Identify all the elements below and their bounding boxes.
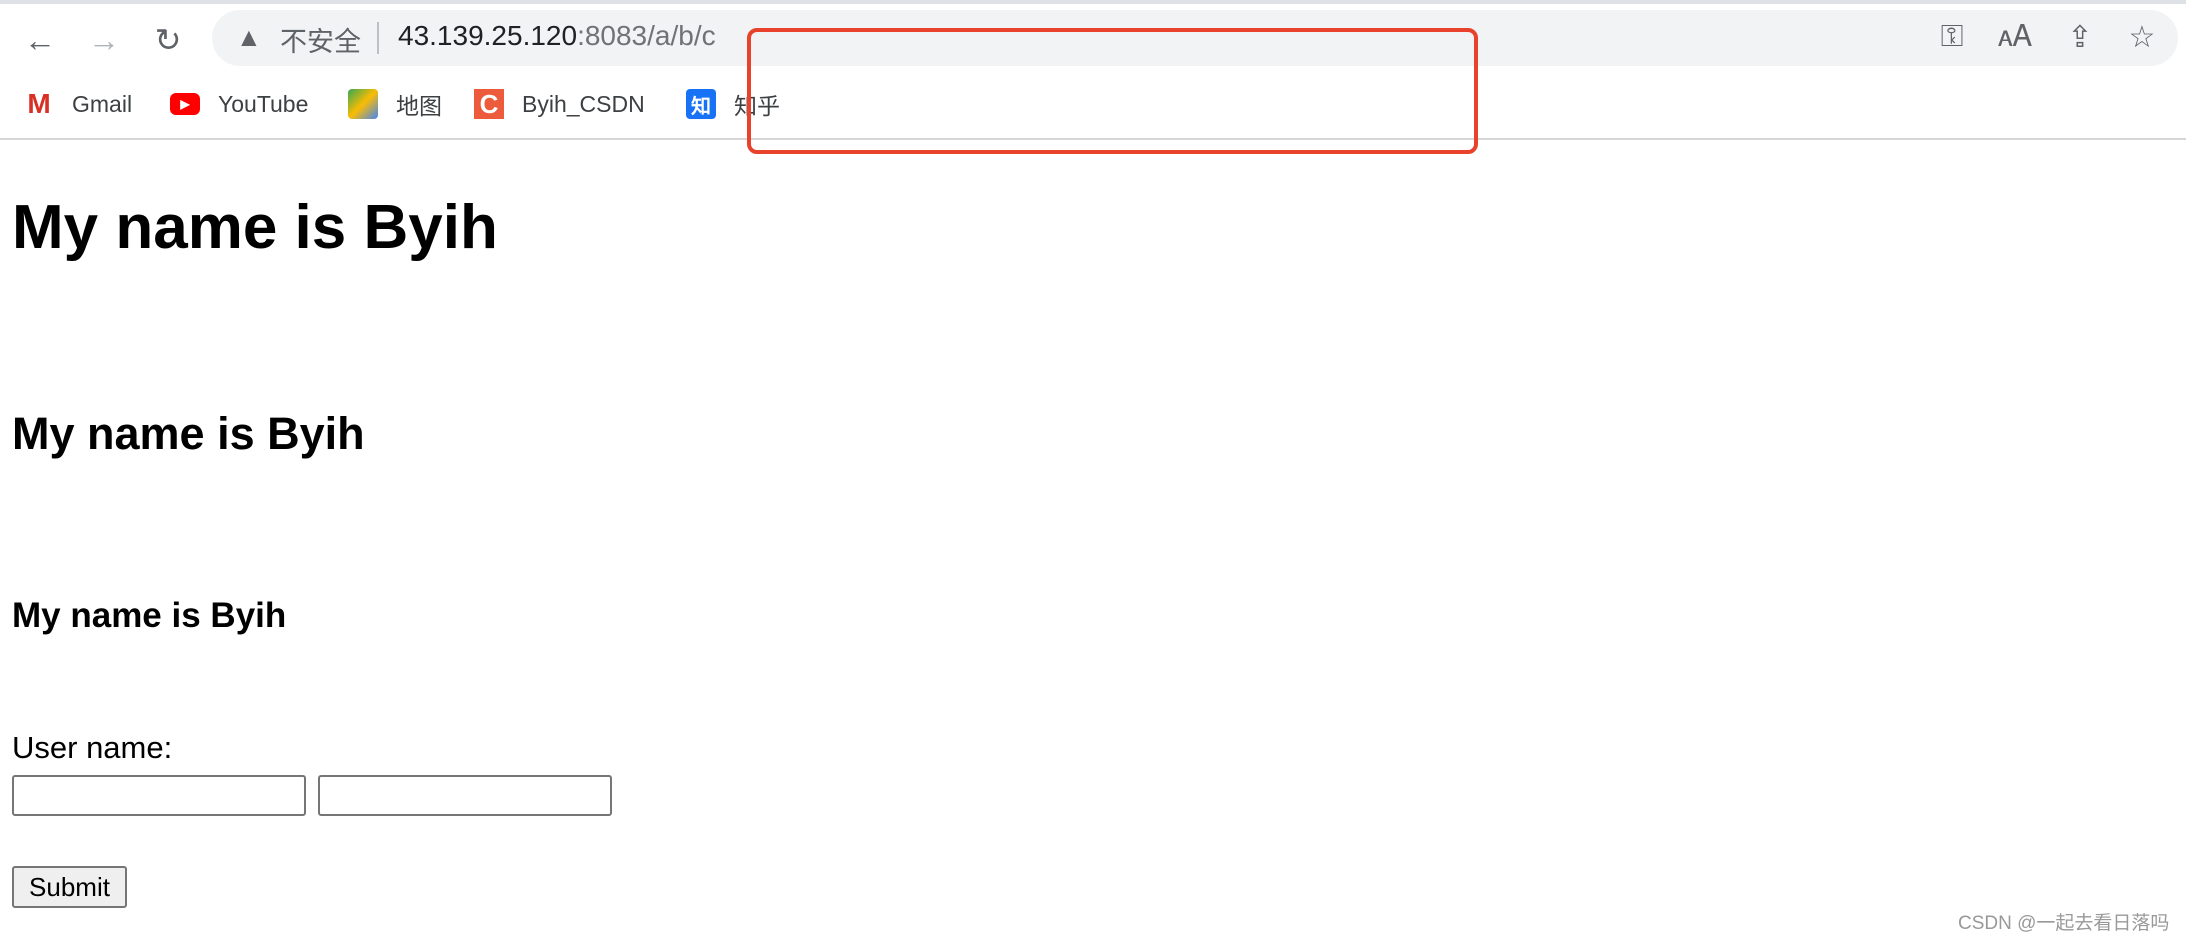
url-text[interactable]: 43.139.25.120:8083/a/b/c xyxy=(398,20,716,52)
heading-1: My name is Byih xyxy=(12,193,498,262)
watermark: CSDN @一起去看日落吗 xyxy=(1958,913,2170,934)
forward-button[interactable]: → xyxy=(82,18,126,62)
key-icon[interactable]: ⚿ xyxy=(1932,20,1972,54)
bookmark-label: Byih_CSDN xyxy=(522,90,645,117)
maps-icon xyxy=(348,89,378,119)
bookmark-csdn[interactable]: C Byih_CSDN xyxy=(474,86,645,122)
annotation-highlight-box xyxy=(747,28,1478,154)
star-icon[interactable]: ☆ xyxy=(2122,20,2162,55)
bookmark-gmail[interactable]: M Gmail xyxy=(24,86,132,122)
translate-icon[interactable]: 🗚 xyxy=(1995,20,2035,54)
share-icon[interactable]: ⇪ xyxy=(2060,20,2100,55)
zhihu-icon: 知 xyxy=(686,89,716,119)
bookmark-label: 地图 xyxy=(396,93,442,119)
heading-2: My name is Byih xyxy=(12,408,365,459)
bookmark-maps[interactable]: 地图 xyxy=(348,86,442,122)
bookmark-youtube[interactable]: ▶ YouTube xyxy=(170,86,308,122)
security-label[interactable]: 不安全 xyxy=(280,20,361,59)
url-host: 43.139.25.120 xyxy=(398,20,578,51)
bookmark-label: YouTube xyxy=(218,90,309,117)
tab-strip xyxy=(0,0,2186,4)
heading-3: My name is Byih xyxy=(12,596,287,635)
bookmark-label: Gmail xyxy=(72,90,133,117)
username-input-2[interactable] xyxy=(318,775,612,816)
back-button[interactable]: ← xyxy=(18,18,62,62)
username-label: User name: xyxy=(12,730,173,765)
url-path: :8083/a/b/c xyxy=(577,20,716,51)
youtube-icon: ▶ xyxy=(170,93,200,115)
submit-button[interactable]: Submit xyxy=(12,866,127,908)
reload-button[interactable]: ↻ xyxy=(146,18,190,62)
address-separator xyxy=(377,22,379,54)
username-input-1[interactable] xyxy=(12,775,306,816)
csdn-icon: C xyxy=(474,89,504,119)
gmail-icon: M xyxy=(27,88,51,119)
warning-icon[interactable]: ▲ xyxy=(236,22,262,53)
